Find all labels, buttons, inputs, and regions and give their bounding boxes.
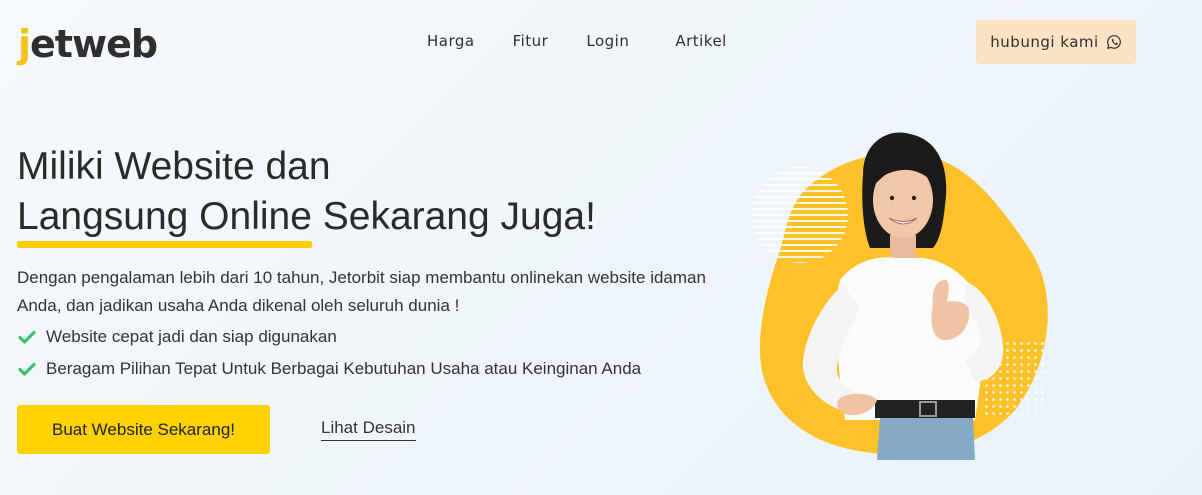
view-design-link[interactable]: Lihat Desain xyxy=(321,418,416,441)
headline-line2-rest: Sekarang Juga! xyxy=(311,195,596,238)
whatsapp-icon xyxy=(1106,35,1121,49)
hero-headline: Miliki Website dan Langsung Online Sekar… xyxy=(17,142,717,248)
check-icon xyxy=(18,330,36,344)
logo-j: j xyxy=(18,22,31,66)
logo-text: etweb xyxy=(30,22,158,66)
nav-artikel[interactable]: Artikel xyxy=(675,32,727,50)
feature-text: Beragam Pilihan Tepat Untuk Berbagai Keb… xyxy=(46,359,642,378)
headline-line1: Miliki Website dan xyxy=(17,145,331,188)
feature-item: Website cepat jadi dan siap digunakan xyxy=(17,321,641,353)
striped-circle-decoration xyxy=(752,167,848,263)
feature-item: Beragam Pilihan Tepat Untuk Berbagai Keb… xyxy=(17,353,641,385)
contact-button[interactable]: hubungi kami xyxy=(976,20,1136,64)
jetweb-logo[interactable]: j etweb xyxy=(18,18,158,66)
feature-list: Website cepat jadi dan siap digunakan Be… xyxy=(17,321,641,385)
check-icon xyxy=(18,362,36,376)
hero-illustration xyxy=(752,132,1048,460)
create-website-button[interactable]: Buat Website Sekarang! xyxy=(17,405,270,454)
main-nav: Harga Fitur Login Artikel xyxy=(427,32,765,50)
feature-text: Website cepat jadi dan siap digunakan xyxy=(46,327,337,346)
hero-description: Dengan pengalaman lebih dari 10 tahun, J… xyxy=(17,268,706,315)
nav-login[interactable]: Login xyxy=(586,32,629,50)
contact-button-label: hubungi kami xyxy=(990,33,1099,51)
nav-harga[interactable]: Harga xyxy=(427,32,475,50)
headline-highlight: Langsung Online xyxy=(17,192,312,248)
nav-fitur[interactable]: Fitur xyxy=(513,32,549,50)
